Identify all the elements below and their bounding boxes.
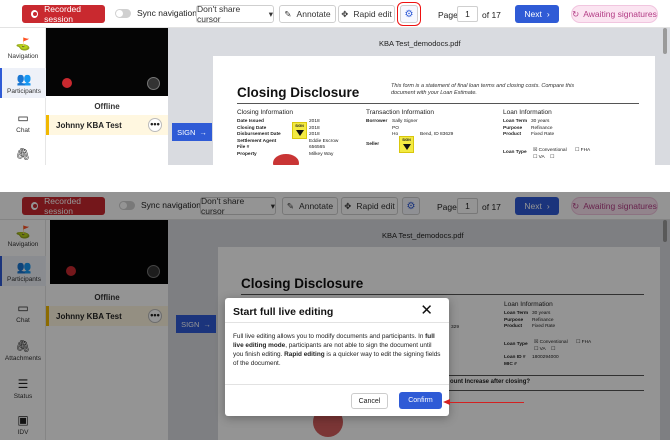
arrow-right-icon: →: [199, 127, 207, 137]
participants-icon: 👥: [16, 72, 32, 86]
stamp-mark: [273, 154, 299, 165]
sidebar-item-label: Chat: [16, 127, 30, 134]
record-icon: [31, 10, 39, 18]
toolbar: Recorded session Sync navigation Don't s…: [0, 0, 670, 28]
divider: [237, 103, 639, 104]
annotation-arrow: [448, 402, 524, 404]
borrower-values: Sally Signer PO: [392, 119, 418, 131]
participant-name: Johnny KBA Test: [56, 120, 122, 130]
next-button[interactable]: Next ›: [515, 5, 559, 23]
sidebar-item-label: Navigation: [7, 53, 39, 60]
loan-type-conventional: ☒ Conventional: [533, 148, 567, 153]
move-icon: ✥: [341, 8, 349, 19]
sign-tab-button[interactable]: SIGN →: [172, 123, 212, 141]
seller-label: Seller: [366, 142, 380, 147]
loan-type-other: ☐: [550, 155, 555, 160]
participant-row[interactable]: Johnny KBA Test •••: [46, 115, 168, 135]
chevron-down-icon: ▾: [268, 8, 273, 19]
sidebar-item-label: Participants: [7, 88, 41, 95]
annotate-label: Annotate: [296, 9, 331, 19]
scrollbar[interactable]: [663, 28, 667, 54]
dialog-title: Start full live editing: [233, 306, 334, 318]
divider: [225, 384, 449, 385]
borrower-label: Borrower: [366, 119, 388, 124]
rapid-edit-label: Rapid edit: [353, 9, 392, 19]
sidebar-item-chat[interactable]: ▭ Chat: [0, 112, 46, 136]
transaction-info-heading: Transaction Information: [366, 109, 435, 116]
recorded-session-label: Recorded session: [44, 4, 82, 24]
loan-info-heading: Loan Information: [503, 109, 552, 116]
sign-field-tag[interactable]: SIGN: [292, 122, 307, 139]
sync-toggle[interactable]: [115, 8, 131, 18]
camera-icon[interactable]: [147, 77, 160, 90]
participant-status: Offline: [94, 102, 120, 111]
confirm-button[interactable]: Confirm: [399, 392, 442, 409]
closing-info-values: 2018 2018 2018 Eddie Escrow 656565 Milke…: [309, 119, 339, 157]
loan-info-values: 30 years Refinance Fixed Rate: [531, 119, 555, 137]
share-cursor-label: Don't share cursor: [197, 4, 241, 24]
rapid-edit-button[interactable]: ✥ Rapid edit: [338, 5, 395, 23]
recorded-session-button[interactable]: Recorded session: [22, 4, 105, 24]
page-input[interactable]: 1: [457, 6, 478, 22]
page-total: of 17: [482, 10, 501, 20]
document-page: Closing Disclosure This form is a statem…: [213, 56, 655, 165]
chevron-right-icon: ›: [546, 9, 550, 19]
sidebar-item-attachments[interactable]: 🖇: [0, 148, 46, 164]
close-icon[interactable]: ✕: [420, 302, 433, 320]
sync-navigation[interactable]: Sync navigation: [115, 8, 197, 18]
loan-type-va: ☐ VA: [533, 155, 545, 160]
awaiting-signatures-button[interactable]: ↻ Awaiting signatures: [571, 5, 658, 23]
settings-gear-button[interactable]: ⚙: [397, 2, 421, 26]
gear-icon: ⚙: [404, 8, 414, 20]
document-title: Closing Disclosure: [237, 85, 360, 100]
sidebar-item-participants[interactable]: 👥 Participants: [0, 68, 46, 98]
screenshot-top: Recorded session Sync navigation Don't s…: [0, 0, 670, 165]
sign-tab-label: SIGN: [177, 127, 196, 137]
document-note: This form is a statement of final loan t…: [391, 83, 575, 96]
share-cursor-dropdown[interactable]: Don't share cursor ▾: [196, 4, 274, 24]
borrower-city: Bend, ID 83629: [420, 132, 454, 137]
dialog-body: Full live editing allows you to modify d…: [233, 333, 441, 367]
navigation-icon: ⛳: [15, 37, 31, 51]
loan-info-keys: Loan Term Purpose Product: [503, 119, 528, 137]
loan-type-label: Loan Type: [503, 150, 527, 155]
refresh-icon: ↻: [572, 8, 580, 19]
sync-navigation-label: Sync navigation: [137, 8, 198, 18]
more-options-button[interactable]: •••: [148, 118, 162, 132]
sidebar-item-navigation[interactable]: ⛳ Navigation: [0, 38, 46, 64]
sidebar: ⛳ Navigation 👥 Participants ▭ Chat 🖇: [0, 28, 46, 165]
annotation-arrow-head: [443, 399, 450, 405]
start-live-editing-dialog: Start full live editing ✕ Full live edit…: [225, 298, 449, 416]
awaiting-label: Awaiting signatures: [583, 9, 657, 19]
attachment-icon: 🖇: [15, 147, 31, 161]
page-label: Page: [438, 10, 458, 20]
screenshot-bottom: Recorded session Sync navigation Don't s…: [0, 192, 670, 440]
pencil-icon: ✎: [284, 8, 292, 19]
video-feed: [46, 28, 168, 96]
closing-info-keys: Date Issued Closing Date Disbursement Da…: [237, 119, 281, 157]
next-label: Next: [524, 9, 542, 19]
annotate-button[interactable]: ✎ Annotate: [279, 5, 336, 23]
document-filename: KBA Test_demodocs.pdf: [379, 39, 461, 48]
cancel-button[interactable]: Cancel: [351, 393, 388, 409]
loan-type-fha: ☐ FHA: [575, 148, 591, 153]
mic-off-icon[interactable]: [62, 78, 72, 88]
closing-info-heading: Closing Information: [237, 109, 293, 116]
divider: [225, 322, 449, 323]
sign-field-tag[interactable]: SIGN: [399, 136, 414, 153]
borrower-addr2: Ho: [392, 132, 399, 137]
chat-icon: ▭: [17, 111, 29, 125]
